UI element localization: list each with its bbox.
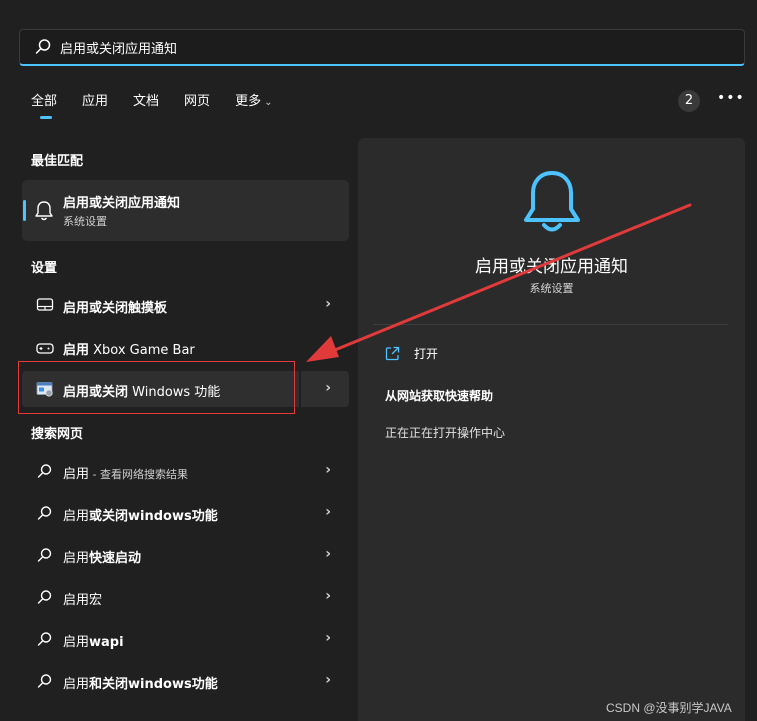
settings-heading: 设置 <box>31 261 58 276</box>
web-result-item[interactable]: 启用和关闭windows功能 › <box>22 663 349 699</box>
annotation-highlight-box <box>18 361 295 414</box>
search-icon <box>37 548 52 562</box>
tab-web[interactable]: 网页 <box>184 92 210 120</box>
chevron-down-icon: ⌄ <box>264 97 273 108</box>
search-icon <box>37 464 52 478</box>
preview-panel: 启用或关闭应用通知 系统设置 打开 从网站获取快速帮助 正在正在打开操作中心 <box>358 138 745 721</box>
web-result-label: 启用wapi <box>63 635 124 650</box>
web-result-label: 启用或关闭windows功能 <box>63 509 218 524</box>
settings-item-touchpad[interactable]: 启用或关闭触摸板 › <box>22 287 349 323</box>
tab-apps[interactable]: 应用 <box>82 92 108 120</box>
watermark-text: CSDN @没事别学JAVA <box>606 701 732 715</box>
chevron-right-icon: › <box>325 504 331 520</box>
bell-icon <box>524 171 580 232</box>
best-match-title: 启用或关闭应用通知 <box>63 196 181 211</box>
chevron-right-icon[interactable]: › <box>325 380 331 396</box>
web-result-item[interactable]: 启用或关闭windows功能 › <box>22 495 349 531</box>
search-icon <box>37 590 52 604</box>
open-action[interactable]: 打开 <box>385 345 438 362</box>
web-result-item[interactable]: 启用宏 › <box>22 579 349 615</box>
best-match-heading: 最佳匹配 <box>31 154 84 169</box>
web-help-link[interactable]: 从网站获取快速帮助 <box>385 387 493 404</box>
tab-more[interactable]: 更多 ⌄ <box>235 92 272 120</box>
open-external-icon <box>385 346 400 361</box>
tab-all[interactable]: 全部 <box>31 92 57 120</box>
search-input[interactable] <box>60 39 660 55</box>
settings-item-xbox-game-bar[interactable]: 启用 Xbox Game Bar › <box>22 329 349 365</box>
chevron-right-icon: › <box>325 462 331 478</box>
web-result-item[interactable]: 启用快速启动 › <box>22 537 349 573</box>
search-icon <box>35 39 51 54</box>
search-icon <box>37 674 52 688</box>
web-result-item[interactable]: 启用wapi › <box>22 621 349 657</box>
best-match-subtitle: 系统设置 <box>63 215 107 228</box>
search-icon <box>37 632 52 646</box>
web-result-label: 启用宏 <box>63 593 103 608</box>
chevron-right-icon: › <box>325 296 331 312</box>
filter-tabs: 全部 应用 文档 网页 更多 ⌄ <box>31 92 297 120</box>
gamebar-icon <box>36 343 54 354</box>
search-icon <box>37 506 52 520</box>
settings-item-label: 启用或关闭触摸板 <box>63 301 168 316</box>
more-options-button[interactable]: ••• <box>717 90 744 112</box>
web-result-item[interactable]: 启用 - 查看网络搜索结果 › <box>22 453 349 489</box>
web-result-label: 启用快速启动 <box>63 551 142 566</box>
preview-subtitle: 系统设置 <box>529 282 574 295</box>
divider <box>373 324 728 325</box>
chevron-right-icon: › <box>325 672 331 688</box>
touchpad-icon <box>36 298 54 311</box>
chevron-right-icon: › <box>325 588 331 604</box>
split-divider <box>299 371 301 407</box>
status-text: 正在正在打开操作中心 <box>385 426 506 440</box>
web-result-label: 启用 - 查看网络搜索结果 <box>63 467 188 482</box>
bell-icon <box>35 201 53 221</box>
settings-item-label: 启用 Xbox Game Bar <box>63 343 195 358</box>
result-count-badge[interactable]: 2 <box>678 90 700 112</box>
selection-indicator <box>23 200 26 221</box>
chevron-right-icon: › <box>325 338 331 354</box>
chevron-right-icon: › <box>325 630 331 646</box>
open-label: 打开 <box>414 347 439 361</box>
preview-title: 启用或关闭应用通知 <box>475 257 628 277</box>
web-result-label: 启用和关闭windows功能 <box>63 677 218 692</box>
web-search-heading: 搜索网页 <box>31 427 84 442</box>
tab-documents[interactable]: 文档 <box>133 92 159 120</box>
chevron-right-icon: › <box>325 546 331 562</box>
search-box[interactable] <box>19 29 745 66</box>
best-match-card[interactable]: 启用或关闭应用通知 系统设置 <box>22 180 349 241</box>
